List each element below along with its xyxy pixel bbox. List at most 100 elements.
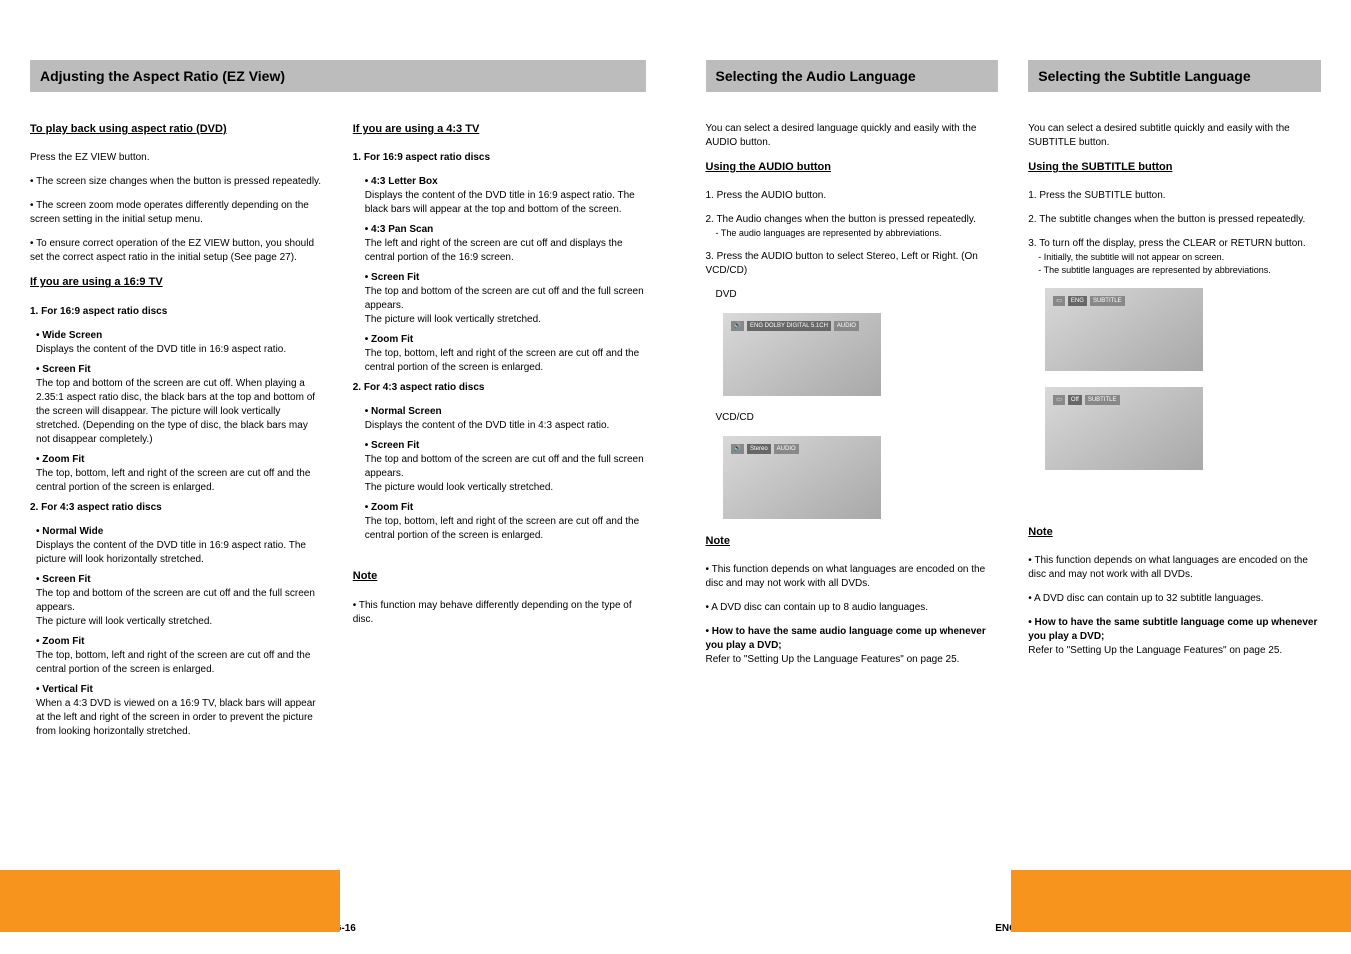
label-vcd: VCD/CD — [716, 411, 999, 425]
left-col-1: To play back using aspect ratio (DVD) Pr… — [30, 122, 323, 924]
option-title: • Zoom Fit — [365, 333, 646, 347]
step: 1. Press the SUBTITLE button. — [1028, 189, 1321, 203]
sub-badge-2-right: SUBTITLE — [1085, 395, 1120, 405]
right-header-row: Selecting the Audio Language Selecting t… — [706, 60, 1322, 92]
step: 3. To turn off the display, press the CL… — [1028, 237, 1321, 251]
note-item-desc: Refer to "Setting Up the Language Featur… — [1028, 645, 1282, 656]
orange-tab-right — [1011, 870, 1351, 932]
option-title: • Zoom Fit — [36, 635, 323, 649]
note-heading: Note — [353, 569, 377, 584]
heading: If you are using a 16:9 TV — [30, 275, 163, 290]
option-title: • Screen Fit — [36, 573, 323, 587]
speaker-icon: 🔊 — [731, 321, 744, 331]
option-title: • Screen Fit — [365, 271, 646, 285]
left-col-2: If you are using a 4:3 TV 1. For 16:9 as… — [353, 122, 646, 924]
manual-spread: Adjusting the Aspect Ratio (EZ View) To … — [0, 0, 1351, 954]
subheading: 2. For 4:3 aspect ratio discs — [353, 381, 646, 395]
subtitle-preview-1: ▭ ENG SUBTITLE — [1044, 287, 1204, 372]
note-item-desc: Refer to "Setting Up the Language Featur… — [706, 654, 960, 665]
dvd-badge-right: AUDIO — [834, 321, 859, 331]
option-desc: The top and bottom of the screen are cut… — [365, 285, 646, 313]
option-desc: The top and bottom of the screen are cut… — [36, 377, 323, 447]
label-dvd: DVD — [716, 288, 999, 302]
option-title: • Zoom Fit — [365, 501, 646, 515]
option-desc: Displays the content of the DVD title in… — [365, 419, 646, 433]
left-columns: To play back using aspect ratio (DVD) Pr… — [30, 122, 646, 924]
dvd-preview: 🔊 ENG DOLBY DIGITAL 5.1CH AUDIO — [722, 312, 882, 397]
option-desc: The top, bottom, left and right of the s… — [365, 347, 646, 375]
subheading: 1. For 16:9 aspect ratio discs — [353, 151, 646, 165]
option-title: • 4:3 Pan Scan — [365, 223, 646, 237]
left-header-row: Adjusting the Aspect Ratio (EZ View) — [30, 60, 646, 92]
right-title-1: Selecting the Audio Language — [706, 60, 999, 92]
step-sub: - Initially, the subtitle will not appea… — [1038, 251, 1321, 264]
vcd-badge: Stereo — [747, 444, 771, 454]
orange-tab-left — [0, 870, 340, 932]
sub-badge-1-right: SUBTITLE — [1090, 296, 1125, 306]
option-desc: When a 4:3 DVD is viewed on a 16:9 TV, b… — [36, 697, 323, 739]
heading: To play back using aspect ratio (DVD) — [30, 122, 227, 137]
step: 2. The Audio changes when the button is … — [706, 213, 999, 227]
note-item: • A DVD disc can contain up to 32 subtit… — [1028, 592, 1321, 606]
note-item-title: • How to have the same subtitle language… — [1028, 617, 1317, 642]
right-columns: You can select a desired language quickl… — [706, 122, 1322, 924]
option-desc: The top and bottom of the screen are cut… — [36, 587, 323, 615]
option-desc: Displays the content of the DVD title in… — [36, 343, 323, 357]
bullet: • To ensure correct operation of the EZ … — [30, 237, 323, 265]
option-title: • Wide Screen — [36, 329, 323, 343]
note-item-title: • How to have the same audio language co… — [706, 626, 986, 651]
left-title: Adjusting the Aspect Ratio (EZ View) — [30, 60, 646, 92]
option-title: • 4:3 Letter Box — [365, 175, 646, 189]
note-heading: Note — [1028, 525, 1052, 540]
right-col-1: You can select a desired language quickl… — [706, 122, 999, 924]
intro: You can select a desired subtitle quickl… — [1028, 122, 1321, 150]
subheading: 2. For 4:3 aspect ratio discs — [30, 501, 323, 515]
left-page: Adjusting the Aspect Ratio (EZ View) To … — [0, 0, 676, 954]
right-title-2: Selecting the Subtitle Language — [1028, 60, 1321, 92]
vcd-preview: 🔊 Stereo AUDIO — [722, 435, 882, 520]
subtitle-icon: ▭ — [1053, 395, 1065, 405]
option-title: • Screen Fit — [365, 439, 646, 453]
step: 1. Press the AUDIO button. — [706, 189, 999, 203]
intro: You can select a desired language quickl… — [706, 122, 999, 150]
dvd-badge: ENG DOLBY DIGITAL 5.1CH — [747, 321, 831, 331]
option-desc: The top and bottom of the screen are cut… — [365, 453, 646, 481]
sub-badge-1: ENG — [1068, 296, 1087, 306]
subtitle-icon: ▭ — [1053, 296, 1065, 306]
option-desc: The picture would look vertically stretc… — [365, 481, 646, 495]
step-sub: - The subtitle languages are represented… — [1038, 264, 1321, 277]
option-desc: Displays the content of the DVD title in… — [365, 189, 646, 217]
heading: Using the SUBTITLE button — [1028, 160, 1172, 175]
speaker-icon: 🔊 — [731, 444, 744, 454]
body-text: Press the EZ VIEW button. — [30, 151, 323, 165]
sub-badge-2: Off — [1068, 395, 1082, 405]
option-title: • Normal Screen — [365, 405, 646, 419]
option-desc: The picture will look vertically stretch… — [365, 313, 646, 327]
heading: Using the AUDIO button — [706, 160, 831, 175]
bullet: • The screen size changes when the butto… — [30, 175, 323, 189]
option-title: • Vertical Fit — [36, 683, 323, 697]
note-item: • A DVD disc can contain up to 8 audio l… — [706, 601, 999, 615]
note-item: • This function depends on what language… — [706, 563, 999, 591]
subtitle-preview-2: ▭ Off SUBTITLE — [1044, 386, 1204, 471]
right-page: Selecting the Audio Language Selecting t… — [676, 0, 1351, 954]
option-title: • Normal Wide — [36, 525, 323, 539]
note-item: • This function depends on what language… — [1028, 554, 1321, 582]
option-desc: The top, bottom, left and right of the s… — [36, 649, 323, 677]
option-desc: The top, bottom, left and right of the s… — [365, 515, 646, 543]
step: 3. Press the AUDIO button to select Ster… — [706, 250, 999, 278]
option-title: • Zoom Fit — [36, 453, 323, 467]
option-desc: The top, bottom, left and right of the s… — [36, 467, 323, 495]
option-desc: Displays the content of the DVD title in… — [36, 539, 323, 567]
option-title: • Screen Fit — [36, 363, 323, 377]
note-body: • This function may behave differently d… — [353, 599, 646, 627]
subheading: 1. For 16:9 aspect ratio discs — [30, 305, 323, 319]
vcd-badge-right: AUDIO — [774, 444, 799, 454]
bullet: • The screen zoom mode operates differen… — [30, 199, 323, 227]
step-sub: - The audio languages are represented by… — [716, 227, 999, 240]
option-desc: The picture will look vertically stretch… — [36, 615, 323, 629]
heading: If you are using a 4:3 TV — [353, 122, 480, 137]
note-heading: Note — [706, 534, 730, 549]
step: 2. The subtitle changes when the button … — [1028, 213, 1321, 227]
option-desc: The left and right of the screen are cut… — [365, 237, 646, 265]
